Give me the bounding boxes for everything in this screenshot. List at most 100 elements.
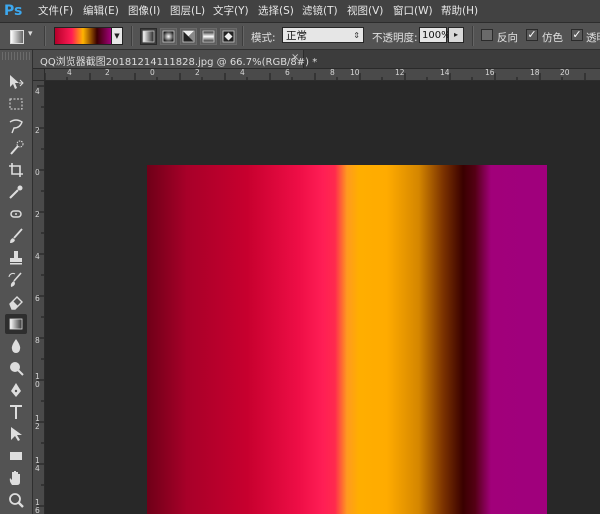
canvas-workspace[interactable] bbox=[45, 81, 600, 514]
history-brush-tool[interactable] bbox=[5, 270, 27, 290]
ruler-label: 18 bbox=[530, 69, 540, 77]
document-tab[interactable]: QQ浏览器截图20181214111828.jpg @ 66.7%(RGB/8#… bbox=[33, 50, 317, 68]
dither-checkbox[interactable]: ✓ bbox=[526, 29, 538, 41]
horizontal-ruler[interactable]: 4 2 0 2 4 6 8 10 12 14 16 18 20 bbox=[45, 69, 600, 81]
rectangle-tool[interactable] bbox=[5, 446, 27, 466]
stamp-icon bbox=[10, 251, 22, 265]
pen-tool[interactable] bbox=[5, 380, 27, 400]
path-selection-icon bbox=[11, 427, 22, 441]
diamond-gradient-button[interactable] bbox=[220, 28, 237, 45]
radial-gradient-button[interactable] bbox=[160, 28, 177, 45]
history-brush-icon bbox=[8, 272, 22, 287]
reflected-gradient-icon bbox=[202, 30, 215, 43]
move-tool[interactable] bbox=[5, 72, 27, 92]
drop-icon bbox=[11, 339, 21, 353]
gradient-image[interactable] bbox=[147, 165, 547, 514]
divider bbox=[131, 26, 133, 46]
eraser-tool[interactable] bbox=[5, 292, 27, 312]
linear-gradient-button[interactable] bbox=[140, 28, 157, 45]
ruler-label: 20 bbox=[560, 69, 570, 77]
options-bar: ▾ ▼ 模式: 正常 ⇕ 不透明度: 100% ▸ 反向 ✓ 仿色 ✓ 透明 bbox=[0, 23, 600, 50]
eyedropper-tool[interactable] bbox=[5, 182, 27, 202]
gradient-tool[interactable] bbox=[5, 314, 27, 334]
tool-preset-picker[interactable]: ▾ bbox=[6, 27, 38, 45]
clone-stamp-tool[interactable] bbox=[5, 248, 27, 268]
pen-icon bbox=[11, 383, 21, 397]
ruler-label: 1 0 bbox=[35, 372, 40, 389]
menu-view[interactable]: 视图(V) bbox=[347, 4, 383, 19]
healing-brush-tool[interactable] bbox=[5, 204, 27, 224]
crop-icon bbox=[9, 163, 23, 177]
transparency-label: 透明 bbox=[586, 32, 600, 44]
chevron-updown-icon: ⇕ bbox=[353, 31, 360, 40]
crop-tool[interactable] bbox=[5, 160, 27, 180]
menu-layer[interactable]: 图层(L) bbox=[170, 4, 205, 19]
ruler-label: 6 bbox=[35, 294, 40, 303]
reverse-label: 反向 bbox=[497, 32, 518, 44]
menu-edit[interactable]: 编辑(E) bbox=[83, 4, 119, 19]
reflected-gradient-button[interactable] bbox=[200, 28, 217, 45]
dodge-tool[interactable] bbox=[5, 358, 27, 378]
ruler-label: 16 bbox=[485, 69, 495, 77]
ruler-label: 0 bbox=[35, 168, 40, 177]
menu-image[interactable]: 图像(I) bbox=[128, 4, 160, 19]
path-selection-tool[interactable] bbox=[5, 424, 27, 444]
document-tab-bar: QQ浏览器截图20181214111828.jpg @ 66.7%(RGB/8#… bbox=[33, 50, 600, 69]
gradient-tool-preset-icon bbox=[10, 30, 24, 44]
dodge-icon bbox=[10, 362, 24, 376]
rectangle-icon bbox=[10, 452, 22, 460]
reverse-checkbox[interactable] bbox=[481, 29, 493, 41]
gradient-preview[interactable] bbox=[54, 27, 112, 45]
ruler-label: 4 bbox=[67, 69, 72, 77]
divider bbox=[44, 26, 46, 46]
transparency-checkbox[interactable]: ✓ bbox=[571, 29, 583, 41]
vertical-ruler[interactable]: 4 2 0 2 4 6 8 1 0 1 2 1 4 1 6 bbox=[33, 81, 45, 514]
chevron-down-icon: ▾ bbox=[28, 29, 33, 39]
eyedropper-icon bbox=[9, 185, 23, 199]
ruler-label: 8 bbox=[330, 69, 335, 77]
menu-filter[interactable]: 滤镜(T) bbox=[302, 4, 338, 19]
ruler-label: 4 bbox=[35, 87, 40, 96]
ruler-label: 2 bbox=[195, 69, 200, 77]
ruler-label: 2 bbox=[105, 69, 110, 77]
ruler-label: 1 4 bbox=[35, 456, 40, 473]
brush-icon bbox=[10, 228, 23, 243]
divider bbox=[242, 26, 244, 46]
menu-help[interactable]: 帮助(H) bbox=[441, 4, 478, 19]
opacity-slider-button[interactable]: ▸ bbox=[448, 27, 464, 43]
photoshop-logo: Ps bbox=[4, 3, 23, 19]
horizontal-ruler-ticks bbox=[45, 73, 586, 80]
bandage-icon bbox=[10, 210, 22, 218]
angle-gradient-icon bbox=[182, 30, 195, 43]
gradient-dropdown-button[interactable]: ▼ bbox=[111, 27, 123, 45]
quick-selection-tool[interactable] bbox=[5, 138, 27, 158]
ruler-label: 4 bbox=[35, 252, 40, 261]
marquee-tool[interactable] bbox=[5, 94, 27, 114]
blend-mode-select[interactable]: 正常 ⇕ bbox=[282, 27, 364, 43]
hand-icon bbox=[9, 471, 20, 485]
close-icon[interactable]: × bbox=[291, 52, 299, 63]
divider bbox=[472, 26, 474, 46]
eraser-icon bbox=[9, 296, 23, 310]
radial-gradient-icon bbox=[162, 30, 175, 43]
ruler-label: 2 bbox=[35, 126, 40, 135]
menu-window[interactable]: 窗口(W) bbox=[393, 4, 433, 19]
lasso-tool[interactable] bbox=[5, 116, 27, 136]
ruler-label: 0 bbox=[150, 69, 155, 77]
menu-type[interactable]: 文字(Y) bbox=[213, 4, 249, 19]
blur-tool[interactable] bbox=[5, 336, 27, 356]
menu-file[interactable]: 文件(F) bbox=[38, 4, 73, 19]
ruler-label: 6 bbox=[285, 69, 290, 77]
ruler-origin[interactable] bbox=[33, 69, 45, 81]
menu-select[interactable]: 选择(S) bbox=[258, 4, 294, 19]
opacity-input[interactable]: 100% bbox=[419, 27, 451, 43]
brush-tool[interactable] bbox=[5, 226, 27, 246]
zoom-tool[interactable] bbox=[5, 490, 27, 510]
hand-tool[interactable] bbox=[5, 468, 27, 488]
panel-grip[interactable] bbox=[2, 52, 30, 60]
mode-label: 模式: bbox=[251, 32, 276, 44]
dither-label: 仿色 bbox=[542, 32, 563, 44]
type-tool[interactable] bbox=[5, 402, 27, 422]
opacity-label: 不透明度: bbox=[372, 32, 418, 44]
angle-gradient-button[interactable] bbox=[180, 28, 197, 45]
